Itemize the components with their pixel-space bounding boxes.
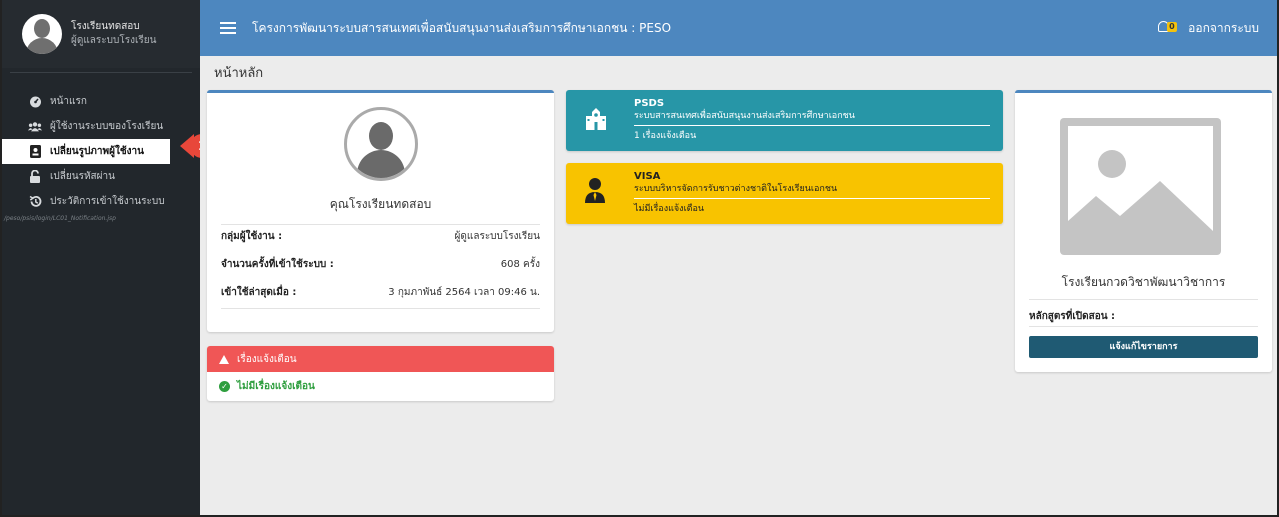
alerts-body: ✓ ไม่มีเรื่องแจ้งเตือน	[207, 372, 554, 401]
profile-card: คุณโรงเรียนทดสอบ กลุ่มผู้ใช้งาน : ผู้ดูแ…	[207, 90, 554, 332]
sidebar-item-label: ผู้ใช้งานระบบของโรงเรียน	[50, 121, 164, 132]
school-name: โรงเรียนกวดวิชาพัฒนาวิชาการ	[1061, 275, 1226, 289]
course-label: หลักสูตรที่เปิดสอน :	[1029, 311, 1116, 322]
main-content: หน้าหลัก คุณโรงเรียนทดสอบ กลุ่มผู้ใช้งาน…	[200, 56, 1277, 515]
unlock-icon	[28, 170, 42, 184]
sidebar: โรงเรียนทดสอบ ผู้ดูแลระบบโรงเรียน หน้าแร…	[2, 0, 200, 515]
history-icon	[28, 195, 42, 209]
profile-row-group: กลุ่มผู้ใช้งาน : ผู้ดูแลระบบโรงเรียน	[221, 224, 540, 248]
page-path: /peso/psis/login/LC01_Notification.jsp	[4, 215, 116, 222]
alerts-card: เรื่องแจ้งเตือน ✓ ไม่มีเรื่องแจ้งเตือน	[207, 346, 554, 401]
profile-value: 608 ครั้ง	[500, 258, 540, 270]
profile-value: 3 กุมภาพันธ์ 2564 เวลา 09:46 น.	[388, 286, 540, 298]
sidebar-item-change-password[interactable]: เปลี่ยนรหัสผ่าน	[2, 164, 200, 189]
system-name: VISA	[634, 171, 661, 182]
sidebar-item-change-picture[interactable]: เปลี่ยนรูปภาพผู้ใช้งาน	[2, 139, 170, 164]
profile-label: เข้าใช้ล่าสุดเมื่อ :	[221, 286, 297, 298]
profile-label: กลุ่มผู้ใช้งาน :	[221, 231, 283, 242]
profile-name: คุณโรงเรียนทดสอบ	[329, 197, 432, 211]
alerts-header: เรื่องแจ้งเตือน	[207, 346, 554, 372]
report-correction-button[interactable]: แจ้งแก้ไขรายการ	[1029, 336, 1258, 358]
sidebar-item-label: เปลี่ยนรูปภาพผู้ใช้งาน	[50, 146, 144, 157]
profile-row-logins: จำนวนครั้งที่เข้าใช้ระบบ : 608 ครั้ง	[221, 252, 540, 276]
profile-row-last-login: เข้าใช้ล่าสุดเมื่อ : 3 กุมภาพันธ์ 2564 เ…	[221, 280, 540, 304]
profile-label: จำนวนครั้งที่เข้าใช้ระบบ :	[221, 258, 334, 270]
user-tie-icon	[584, 177, 608, 205]
sidebar-item-login-history[interactable]: ประวัติการเข้าใช้งานระบบ	[2, 189, 200, 214]
system-card-visa[interactable]: VISA ระบบบริหารจัดการรับชาวต่างชาติในโรง…	[566, 163, 1003, 224]
user-info: โรงเรียนทดสอบ ผู้ดูแลระบบโรงเรียน	[71, 20, 156, 48]
user-role: ผู้ดูแลระบบโรงเรียน	[71, 35, 157, 46]
sidebar-item-label: เปลี่ยนรหัสผ่าน	[50, 171, 115, 182]
divider	[1029, 326, 1258, 327]
sidebar-item-label: หน้าแรก	[50, 96, 87, 107]
bell-icon[interactable]: 0	[1158, 20, 1178, 36]
sidebar-item-label: ประวัติการเข้าใช้งานระบบ	[50, 196, 165, 207]
page-title: หน้าหลัก	[214, 66, 264, 81]
user-panel: โรงเรียนทดสอบ ผู้ดูแลระบบโรงเรียน	[2, 0, 200, 68]
system-description: ระบบสารสนเทศเพื่อสนับสนุนงานส่งเสริมการศ…	[634, 110, 990, 126]
alerts-message: ไม่มีเรื่องแจ้งเตือน	[237, 381, 315, 392]
menu-toggle-icon[interactable]	[220, 22, 236, 34]
dashboard-icon	[28, 95, 42, 109]
system-notification[interactable]: 1 เรื่องแจ้งเตือน	[634, 129, 990, 143]
id-card-icon	[28, 145, 42, 159]
system-name: PSDS	[634, 98, 665, 109]
divider	[1029, 299, 1258, 300]
system-description: ระบบบริหารจัดการรับชาวต่างชาติในโรงเรียน…	[634, 183, 990, 199]
system-card-psds[interactable]: PSDS ระบบสารสนเทศเพื่อสนับสนุนงานส่งเสริ…	[566, 90, 1003, 151]
sidebar-menu: หน้าแรก ผู้ใช้งานระบบของโรงเรียน เปลี่ยน…	[2, 89, 200, 214]
profile-picture	[344, 107, 418, 181]
sidebar-item-school-users[interactable]: ผู้ใช้งานระบบของโรงเรียน	[2, 114, 200, 139]
school-building-icon	[584, 104, 608, 132]
avatar	[22, 14, 62, 54]
school-card: โรงเรียนกวดวิชาพัฒนาวิชาการ หลักสูตรที่เ…	[1015, 90, 1272, 372]
warning-icon	[219, 354, 229, 364]
sidebar-item-home[interactable]: หน้าแรก	[2, 89, 200, 114]
alerts-title: เรื่องแจ้งเตือน	[237, 353, 297, 365]
divider	[10, 72, 192, 73]
system-notification[interactable]: ไม่มีเรื่องแจ้งเตือน	[634, 202, 990, 216]
profile-value: ผู้ดูแลระบบโรงเรียน	[454, 231, 540, 242]
app-frame: โรงเรียนทดสอบ ผู้ดูแลระบบโรงเรียน หน้าแร…	[0, 0, 1279, 517]
notification-count: 0	[1167, 22, 1177, 32]
users-icon	[28, 120, 42, 134]
divider	[221, 308, 540, 309]
top-header: โครงการพัฒนาระบบสารสนเทศเพื่อสนับสนุนงาน…	[200, 0, 1277, 56]
app-title: โครงการพัฒนาระบบสารสนเทศเพื่อสนับสนุนงาน…	[252, 20, 672, 35]
check-circle-icon: ✓	[219, 381, 230, 392]
user-name: โรงเรียนทดสอบ	[71, 21, 140, 32]
logout-link[interactable]: ออกจากระบบ	[1188, 19, 1259, 38]
image-placeholder-icon	[1060, 118, 1221, 255]
